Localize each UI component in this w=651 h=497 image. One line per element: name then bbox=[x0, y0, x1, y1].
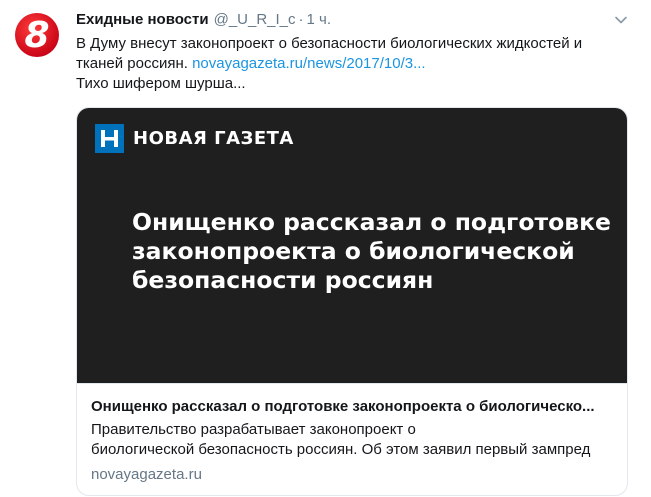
tweet[interactable]: 8 Ехидные новости @_U_R_I_c · 1 ч. В Дум… bbox=[0, 0, 651, 497]
separator-dot: · bbox=[298, 11, 304, 28]
brand-name: НОВАЯ ГАЗЕТА bbox=[133, 127, 294, 149]
card-title[interactable]: Онищенко рассказал о подготовке законопр… bbox=[91, 397, 613, 417]
card-description-line-1: Правительство разрабатывает законопроект… bbox=[91, 421, 416, 438]
headline-line-1: Онищенко рассказал о подготовке bbox=[132, 208, 611, 236]
card-description-line-2: биологической безопасность россиян. Об э… bbox=[91, 441, 591, 458]
link-preview-card[interactable]: НОВАЯ ГАЗЕТА Онищенко рассказал о подгот… bbox=[76, 107, 628, 496]
headline-line-2: законопроекта о биологической bbox=[132, 237, 575, 265]
timestamp[interactable]: 1 ч. bbox=[307, 11, 332, 28]
avatar-glyph: 8 bbox=[24, 15, 49, 56]
channel-8-logo-icon: 8 bbox=[13, 11, 61, 59]
card-domain: novayagazeta.ru bbox=[91, 466, 202, 483]
tweet-link[interactable]: novayagazeta.ru/news/2017/10/3... bbox=[192, 55, 426, 72]
novaya-gazeta-logo-icon bbox=[95, 123, 124, 153]
author-name[interactable]: Ехидные новости bbox=[76, 11, 209, 28]
tweet-text-line-3: Тихо шифером шурша... bbox=[76, 75, 246, 92]
brand: НОВАЯ ГАЗЕТА bbox=[95, 123, 294, 153]
author-handle[interactable]: @_U_R_I_c bbox=[214, 11, 296, 28]
tweet-text: В Думу внесут законопроект о безопасност… bbox=[76, 34, 616, 94]
card-image-headline: Онищенко рассказал о подготовке законопр… bbox=[132, 208, 611, 295]
tweet-header: Ехидные новости @_U_R_I_c · 1 ч. bbox=[76, 11, 331, 31]
more-options-chevron-down-icon[interactable] bbox=[614, 13, 628, 27]
card-image[interactable]: НОВАЯ ГАЗЕТА Онищенко рассказал о подгот… bbox=[77, 108, 627, 384]
tweet-text-line-2: тканей россиян. novayagazeta.ru/news/201… bbox=[76, 54, 616, 74]
headline-line-3: безопасности россиян bbox=[132, 266, 434, 294]
tweet-text-line-1: В Думу внесут законопроект о безопасност… bbox=[76, 35, 583, 52]
card-description: Правительство разрабатывает законопроект… bbox=[91, 420, 613, 460]
tweet-text-line-2-prefix: тканей россиян. bbox=[76, 55, 188, 72]
avatar[interactable]: 8 bbox=[12, 10, 62, 60]
